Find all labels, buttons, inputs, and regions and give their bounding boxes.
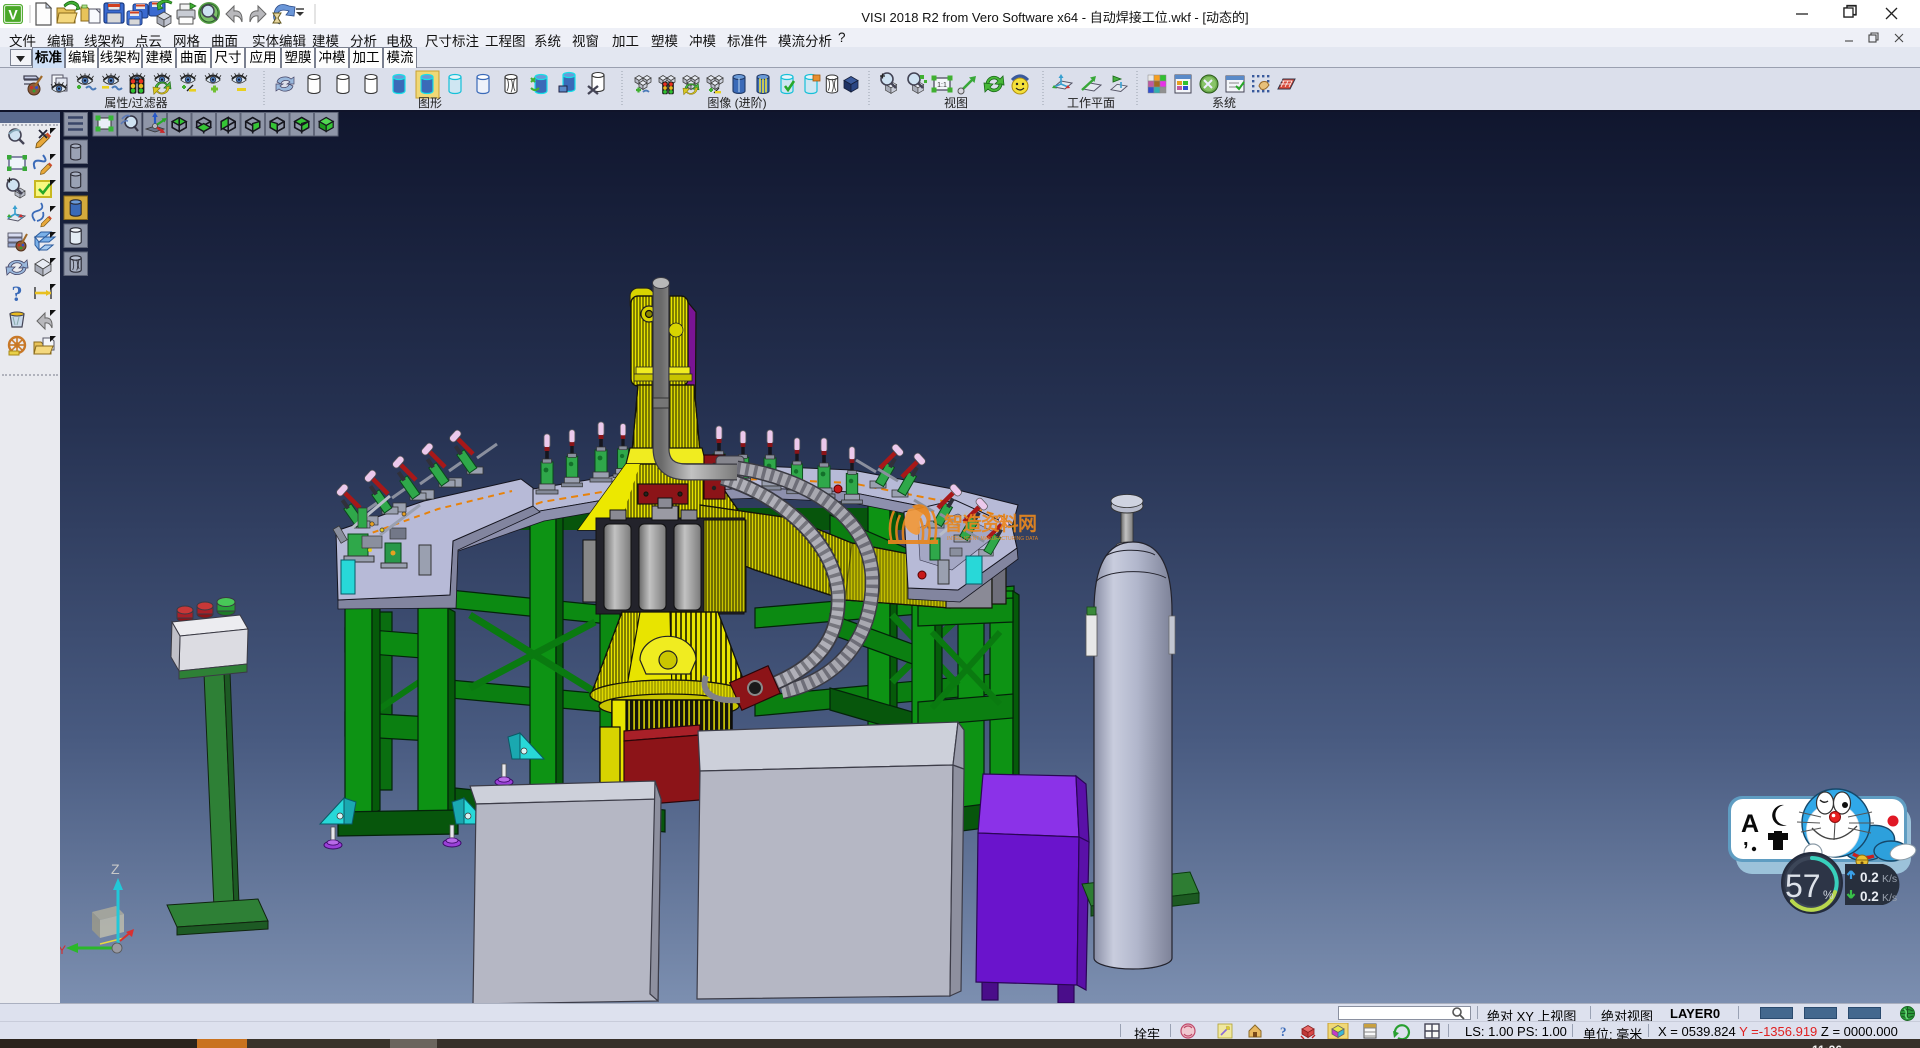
- svg-text:0.2: 0.2: [1860, 889, 1879, 904]
- svg-text:57: 57: [1785, 868, 1821, 904]
- svg-text:,: ,: [1743, 828, 1749, 850]
- svg-text:K/s: K/s: [1882, 892, 1897, 904]
- svg-text:K/s: K/s: [1882, 873, 1897, 885]
- svg-text:Z: Z: [111, 861, 120, 877]
- svg-text:INTELLIGENT MANUFACTURING DATA: INTELLIGENT MANUFACTURING DATA: [947, 536, 1039, 542]
- svg-text:1:1: 1:1: [937, 82, 947, 89]
- svg-text:V: V: [8, 7, 18, 23]
- svg-text:Y: Y: [60, 943, 66, 957]
- svg-text:?: ?: [12, 281, 23, 306]
- svg-text:%: %: [1823, 888, 1834, 902]
- svg-text:?: ?: [1280, 1024, 1287, 1039]
- svg-text:智造资料网: 智造资料网: [944, 512, 1037, 535]
- svg-text:0.2: 0.2: [1860, 870, 1879, 885]
